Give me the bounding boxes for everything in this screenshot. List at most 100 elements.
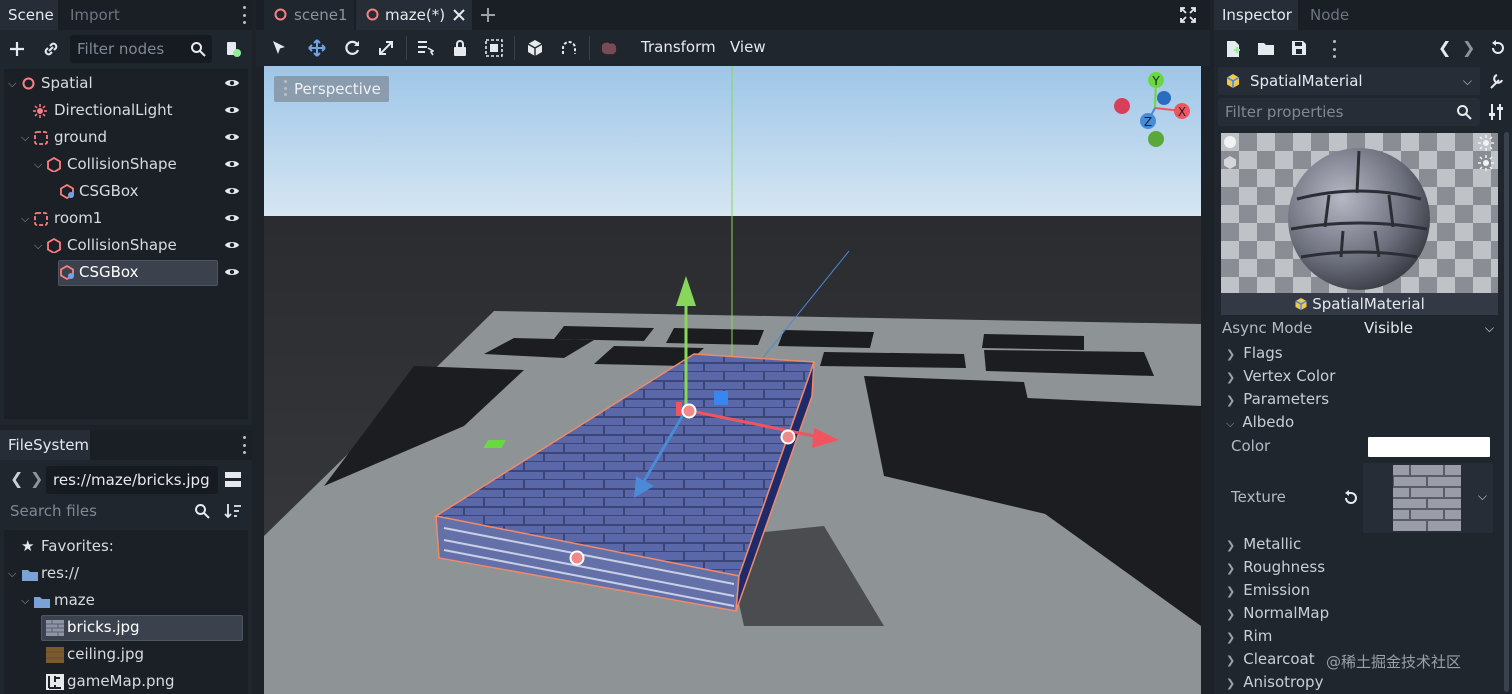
tab-filesystem[interactable]: FileSystem xyxy=(0,430,90,460)
visibility-eye-icon[interactable] xyxy=(224,211,240,225)
yz-plane-handle[interactable] xyxy=(676,402,682,416)
section-label: Roughness xyxy=(1243,558,1326,576)
scale-tool-icon[interactable] xyxy=(377,39,395,57)
sun-icon[interactable] xyxy=(1478,135,1494,151)
chevron-down-icon[interactable]: ⌵ xyxy=(1478,489,1487,504)
handle-point[interactable] xyxy=(681,403,697,419)
favorites-item[interactable]: ★ Favorites: xyxy=(4,533,250,560)
async-mode-dropdown[interactable]: Visible ⌵ xyxy=(1358,316,1498,341)
tab-import[interactable]: Import xyxy=(62,0,128,30)
3d-viewport[interactable]: Perspective Y X Z xyxy=(264,66,1201,694)
link-icon[interactable] xyxy=(42,40,60,58)
visibility-eye-icon[interactable] xyxy=(224,265,240,279)
albedo-color-swatch[interactable] xyxy=(1368,437,1490,457)
xy-plane-handle[interactable] xyxy=(714,391,728,405)
history-back-icon[interactable]: ❮ xyxy=(1438,38,1451,57)
path-field[interactable]: res://maze/bricks.jpg xyxy=(46,466,218,494)
viewport-scene[interactable] xyxy=(264,66,1201,694)
light-2-icon[interactable] xyxy=(1223,155,1237,169)
sort-icon[interactable] xyxy=(224,502,242,520)
section-albedo[interactable]: ⌵ Albedo xyxy=(1226,411,1294,434)
object-history-icon[interactable] xyxy=(1490,40,1506,56)
section-metallic[interactable]: ❯ Metallic xyxy=(1226,533,1301,556)
albedo-texture-preview[interactable]: ⌵ xyxy=(1363,463,1493,533)
tree-node-ground[interactable]: ⌵ ground xyxy=(4,124,250,151)
local-space-icon[interactable] xyxy=(526,39,544,57)
visibility-eye-icon[interactable] xyxy=(224,76,240,90)
add-scene-tab-icon[interactable] xyxy=(480,7,496,23)
property-tools-icon[interactable] xyxy=(1488,103,1504,121)
file-ceiling[interactable]: ceiling.jpg xyxy=(4,641,250,668)
filesystem-menu-icon[interactable] xyxy=(242,436,246,454)
scroll-bar[interactable] xyxy=(1504,132,1509,692)
view-menu[interactable]: View xyxy=(730,38,766,56)
sun-icon[interactable] xyxy=(1478,155,1494,171)
scene-tab-maze[interactable]: maze(*) xyxy=(356,0,472,30)
tab-node[interactable]: Node xyxy=(1302,0,1357,30)
section-normalmap[interactable]: ❯ NormalMap xyxy=(1226,602,1329,625)
section-clearcoat[interactable]: ❯ Clearcoat xyxy=(1226,648,1315,671)
orientation-gizmo[interactable]: Y X Z xyxy=(1110,68,1200,158)
handle-point[interactable] xyxy=(569,550,585,566)
instance-scene-icon[interactable] xyxy=(224,40,242,58)
light-1-icon[interactable] xyxy=(1223,135,1237,149)
forward-icon[interactable]: ❯ xyxy=(30,469,43,488)
open-folder-icon[interactable] xyxy=(1257,41,1275,56)
section-emission[interactable]: ❯ Emission xyxy=(1226,579,1310,602)
snap-icon[interactable] xyxy=(560,39,578,57)
visibility-eye-icon[interactable] xyxy=(224,157,240,171)
tab-inspector[interactable]: Inspector xyxy=(1214,0,1298,30)
section-rim[interactable]: ❯ Rim xyxy=(1226,625,1272,648)
tab-scene[interactable]: Scene xyxy=(0,0,58,30)
visibility-eye-icon[interactable] xyxy=(224,238,240,252)
visibility-eye-icon[interactable] xyxy=(224,184,240,198)
node-label: room1 xyxy=(54,209,103,227)
list-select-icon[interactable] xyxy=(416,39,434,57)
maze-folder[interactable]: ⌵ maze xyxy=(4,587,250,614)
revert-icon[interactable] xyxy=(1343,490,1359,506)
move-tool-icon[interactable] xyxy=(308,39,326,57)
filter-properties-input[interactable]: Filter properties xyxy=(1218,98,1480,126)
resource-type-dropdown[interactable]: SpatialMaterial ⌵ xyxy=(1218,67,1480,95)
close-icon[interactable] xyxy=(453,9,465,21)
res-folder[interactable]: ⌵ res:// xyxy=(4,560,250,587)
rotate-tool-icon[interactable] xyxy=(343,39,361,57)
section-vertex-color[interactable]: ❯ Vertex Color xyxy=(1226,365,1335,388)
back-icon[interactable]: ❮ xyxy=(10,469,23,488)
select-tool-icon[interactable] xyxy=(272,40,286,56)
node-label: CollisionShape xyxy=(67,155,177,173)
handle-point[interactable] xyxy=(780,429,796,445)
file-gamemap[interactable]: gameMap.png xyxy=(4,668,250,694)
search-files-input[interactable]: Search files xyxy=(3,497,217,525)
tree-node-room1[interactable]: ⌵ room1 xyxy=(4,205,250,232)
tree-node-directionallight[interactable]: DirectionalLight xyxy=(4,97,250,124)
split-view-icon[interactable] xyxy=(224,471,242,489)
add-node-icon[interactable] xyxy=(8,40,26,58)
new-resource-icon[interactable] xyxy=(1225,40,1241,58)
visibility-eye-icon[interactable] xyxy=(224,130,240,144)
save-icon[interactable] xyxy=(1291,40,1307,56)
preview-camera-icon[interactable] xyxy=(600,40,618,56)
lock-icon[interactable] xyxy=(452,39,468,57)
section-anisotropy[interactable]: ❯ Anisotropy xyxy=(1226,671,1323,694)
section-parameters[interactable]: ❯ Parameters xyxy=(1226,388,1329,411)
scene-tab-scene1[interactable]: scene1 xyxy=(264,0,354,30)
resource-tools-icon[interactable] xyxy=(1488,72,1506,90)
inspector-menu-icon[interactable] xyxy=(1332,40,1336,58)
history-forward-icon[interactable]: ❯ xyxy=(1462,38,1475,57)
file-bricks[interactable]: bricks.jpg xyxy=(4,614,250,641)
scene-dock-menu-icon[interactable] xyxy=(242,6,246,24)
tree-node-csgbox-selected[interactable]: CSGBox xyxy=(4,259,250,286)
tree-node-spatial[interactable]: ⌵ Spatial xyxy=(4,70,250,97)
transform-menu[interactable]: Transform xyxy=(641,38,716,56)
visibility-eye-icon[interactable] xyxy=(224,103,240,117)
section-flags[interactable]: ❯ Flags xyxy=(1226,342,1283,365)
file-tree: ★ Favorites: ⌵ res:// ⌵ maze bricks.jpg … xyxy=(4,530,248,694)
tree-node-collisionshape[interactable]: ⌵ CollisionShape xyxy=(4,151,250,178)
tree-node-collisionshape-2[interactable]: ⌵ CollisionShape xyxy=(4,232,250,259)
perspective-menu[interactable]: Perspective xyxy=(274,76,389,102)
distraction-free-icon[interactable] xyxy=(1180,7,1196,23)
group-icon[interactable] xyxy=(485,39,503,57)
tree-node-csgbox[interactable]: CSGBox xyxy=(4,178,250,205)
section-roughness[interactable]: ❯ Roughness xyxy=(1226,556,1325,579)
